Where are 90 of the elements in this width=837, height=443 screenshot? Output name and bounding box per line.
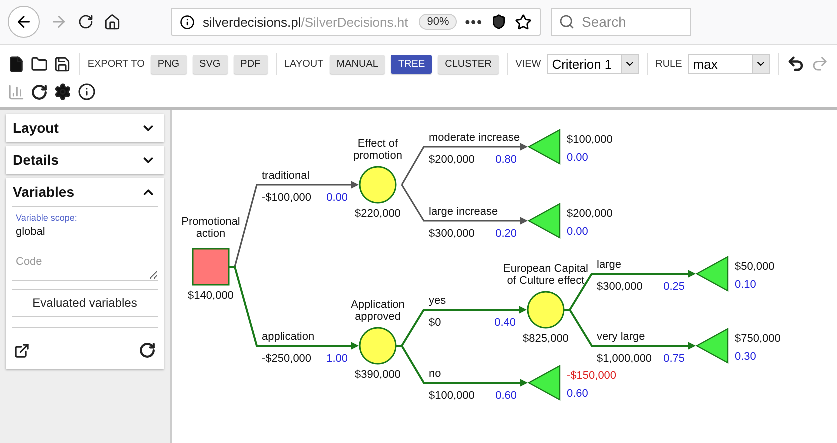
about-button[interactable] bbox=[78, 83, 96, 101]
star-icon[interactable] bbox=[515, 14, 532, 30]
view-select[interactable]: Criterion 1 bbox=[547, 54, 639, 74]
terminal-payoff: $750,000 bbox=[735, 333, 781, 345]
info-icon[interactable] bbox=[180, 14, 195, 30]
recalculate-button[interactable] bbox=[31, 84, 48, 100]
rule-label: RULE bbox=[656, 58, 682, 70]
export-label: EXPORT TO bbox=[88, 58, 145, 70]
open-external-button[interactable] bbox=[14, 342, 30, 359]
scope-label: Variable scope: bbox=[16, 213, 78, 223]
search-field[interactable]: Search bbox=[551, 8, 691, 36]
evaluated-variables-button[interactable]: Evaluated variables bbox=[12, 289, 158, 317]
terminal-payoff: -$150,000 bbox=[567, 370, 617, 382]
terminal-node[interactable] bbox=[696, 328, 729, 364]
terminal-node[interactable] bbox=[528, 202, 561, 240]
panel-header[interactable]: Layout bbox=[6, 114, 164, 142]
layout-label: LAYOUT bbox=[284, 58, 324, 70]
terminal-payoff: $200,000 bbox=[567, 208, 613, 220]
branch-probability: 0.60 bbox=[496, 390, 517, 402]
terminal-node[interactable] bbox=[528, 128, 561, 166]
branch-probability: 0.00 bbox=[326, 192, 348, 204]
terminal-probability: 0.10 bbox=[735, 279, 756, 291]
expected-value: $390,000 bbox=[355, 369, 401, 381]
terminal-payoff: $100,000 bbox=[567, 134, 613, 146]
branch-probability: 0.80 bbox=[496, 154, 517, 166]
page-actions-menu[interactable]: ••• bbox=[465, 14, 483, 30]
layout-button[interactable]: CLUSTER bbox=[438, 54, 499, 74]
branch-label: very large bbox=[597, 331, 646, 343]
branch-label: large increase bbox=[429, 206, 498, 218]
terminal-payoff: $50,000 bbox=[735, 261, 775, 273]
node-label: Effect of promotion bbox=[354, 138, 402, 162]
terminal-node[interactable] bbox=[528, 364, 561, 402]
branch-payoff: $0 bbox=[429, 317, 442, 329]
scope-value[interactable]: global bbox=[16, 226, 154, 238]
branch-payoff: -$100,000 bbox=[262, 192, 312, 204]
refresh-button[interactable] bbox=[139, 342, 156, 359]
branch-payoff: $100,000 bbox=[429, 390, 475, 402]
home-button[interactable] bbox=[104, 14, 121, 30]
new-file-button[interactable] bbox=[8, 56, 25, 72]
export-button[interactable]: PNG bbox=[150, 54, 187, 74]
node-label: Promotional action bbox=[182, 216, 240, 240]
branch-label: yes bbox=[429, 295, 446, 307]
save-button[interactable] bbox=[54, 56, 71, 72]
branch-label: large bbox=[597, 259, 622, 271]
expected-value: $140,000 bbox=[188, 290, 234, 302]
shield-icon[interactable] bbox=[491, 14, 507, 30]
branch-label: traditional bbox=[262, 170, 310, 182]
export-button[interactable]: SVG bbox=[192, 54, 228, 74]
expected-value: $825,000 bbox=[523, 333, 569, 345]
layout-button[interactable]: TREE bbox=[391, 54, 432, 74]
branch-probability: 0.40 bbox=[494, 317, 516, 329]
branch-payoff: -$250,000 bbox=[262, 353, 312, 365]
back-button[interactable] bbox=[8, 6, 40, 38]
chance-node[interactable] bbox=[527, 291, 565, 329]
chance-node[interactable] bbox=[359, 327, 397, 365]
branch-label: moderate increase bbox=[429, 132, 520, 144]
decision-node[interactable] bbox=[192, 248, 230, 286]
branch-label: application bbox=[262, 331, 315, 343]
panel-header[interactable]: Details bbox=[6, 146, 164, 174]
terminal-probability: 0.60 bbox=[567, 388, 588, 400]
terminal-node[interactable] bbox=[696, 256, 729, 292]
branch-probability: 0.20 bbox=[496, 228, 517, 240]
branch-payoff: $300,000 bbox=[429, 228, 475, 240]
node-label: Application approved bbox=[351, 299, 405, 323]
url-text[interactable]: silverdecisions.pl/SilverDecisions.ht bbox=[203, 14, 412, 30]
node-label: European Capital of Culture effect bbox=[504, 263, 588, 287]
code-field[interactable]: Code bbox=[12, 254, 158, 281]
reload-button[interactable] bbox=[78, 14, 94, 30]
rule-select[interactable]: max bbox=[688, 54, 770, 74]
branch-probability: 1.00 bbox=[326, 353, 348, 365]
terminal-probability: 0.30 bbox=[735, 351, 756, 363]
view-label: VIEW bbox=[516, 58, 542, 70]
branch-label: no bbox=[429, 368, 442, 380]
branch-payoff: $200,000 bbox=[429, 154, 475, 166]
branch-payoff: $300,000 bbox=[597, 281, 643, 293]
open-folder-button[interactable] bbox=[31, 56, 48, 72]
expected-value: $220,000 bbox=[355, 208, 401, 220]
branch-payoff: $1,000,000 bbox=[597, 353, 652, 365]
terminal-probability: 0.00 bbox=[567, 152, 588, 164]
undo-button[interactable] bbox=[787, 55, 806, 73]
terminal-probability: 0.00 bbox=[567, 226, 588, 238]
layout-button[interactable]: MANUAL bbox=[330, 54, 386, 74]
branch-probability: 0.25 bbox=[664, 281, 685, 293]
chance-node[interactable] bbox=[359, 166, 397, 204]
export-button[interactable]: PDF bbox=[234, 54, 268, 74]
settings-button[interactable] bbox=[54, 83, 72, 101]
branch-probability: 0.75 bbox=[664, 353, 685, 365]
search-icon bbox=[559, 14, 575, 30]
zoom-badge[interactable]: 90% bbox=[419, 14, 458, 30]
panel-header[interactable]: Variables bbox=[6, 178, 164, 206]
